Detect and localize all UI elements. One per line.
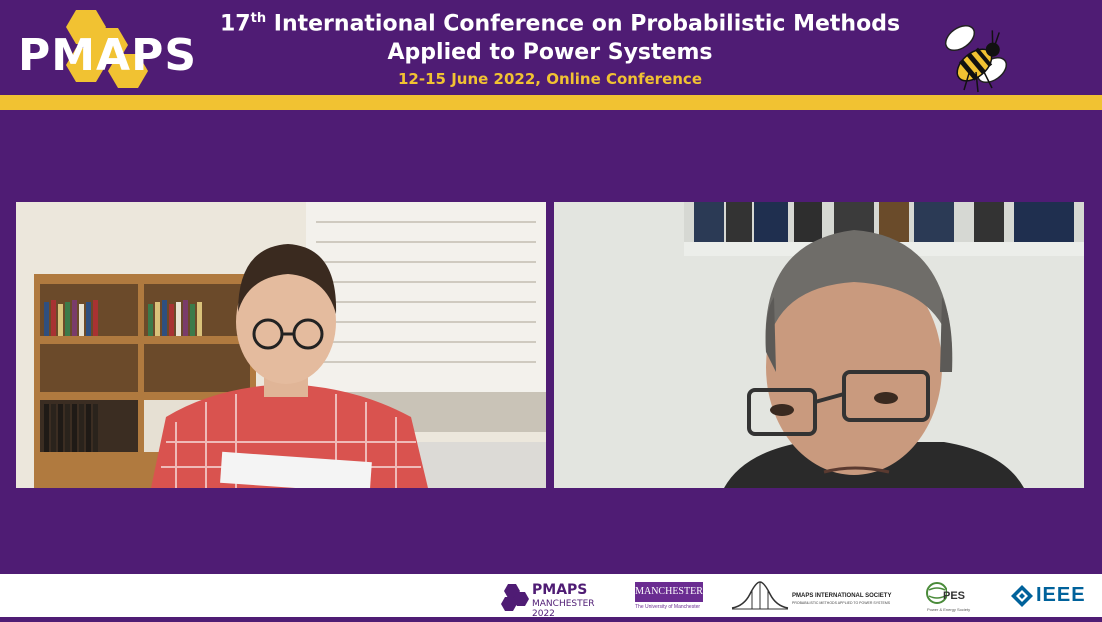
- logo-wordmark: PMAPS: [18, 30, 198, 81]
- title-line-2: Applied to Power Systems: [387, 40, 713, 66]
- pmaps-society-logo: PMAPS INTERNATIONAL SOCIETY PROBABILISTI…: [730, 580, 902, 612]
- title-ordinal: th: [250, 11, 267, 26]
- bee-icon: [944, 24, 1008, 93]
- ieee-diamond-icon: [1011, 585, 1033, 607]
- ieee-pes-logo: PES Power & Energy Society: [925, 580, 985, 612]
- title-rest: International Conference on Probabilisti…: [266, 11, 901, 37]
- title-number: 17: [220, 11, 251, 37]
- pmaps-hex-icon: [501, 584, 529, 611]
- pes-name: PES: [943, 590, 966, 602]
- conference-subtitle: 12-15 June 2022, Online Conference: [398, 70, 702, 89]
- participant-left-feed: [16, 202, 546, 488]
- ieee-wordmark: IEEE: [1036, 584, 1086, 606]
- pmaps-logo: PMAPS: [14, 6, 219, 92]
- manchester-subtitle: The University of Manchester: [635, 604, 701, 610]
- participant-video-left[interactable]: [16, 202, 546, 488]
- title-line-1: 17th International Conference on Probabi…: [220, 4, 900, 38]
- participant-video-right[interactable]: [554, 202, 1084, 488]
- manchester-wordmark: MANCHESTER 1824: [635, 582, 703, 616]
- conference-title: 17th International Conference on Probabi…: [220, 4, 900, 89]
- pmaps-sponsor-sub: MANCHESTER 2022: [532, 599, 595, 619]
- pmaps-sponsor-name: PMAPS: [532, 582, 588, 598]
- participant-right-feed: [554, 202, 1084, 488]
- society-name: PMAPS INTERNATIONAL SOCIETY: [792, 593, 892, 599]
- university-of-manchester-logo: MANCHESTER 1824 The University of Manche…: [635, 580, 705, 616]
- accent-stripe: [0, 95, 1102, 110]
- pes-subtitle: Power & Energy Society: [927, 607, 971, 612]
- pmaps-manchester-logo: PMAPS MANCHESTER 2022: [500, 580, 610, 619]
- manchester-name: MANCHESTER: [635, 586, 703, 597]
- society-subtitle: PROBABILISTIC METHODS APPLIED TO POWER S…: [792, 601, 891, 605]
- society-curve-icon: [731, 581, 789, 610]
- conference-banner: PMAPS 17th International Conference on P…: [0, 0, 1102, 95]
- sponsor-bar: PMAPS MANCHESTER 2022 MANCHESTER 1824 Th…: [0, 574, 1102, 619]
- ieee-logo: IEEE: [1010, 580, 1096, 612]
